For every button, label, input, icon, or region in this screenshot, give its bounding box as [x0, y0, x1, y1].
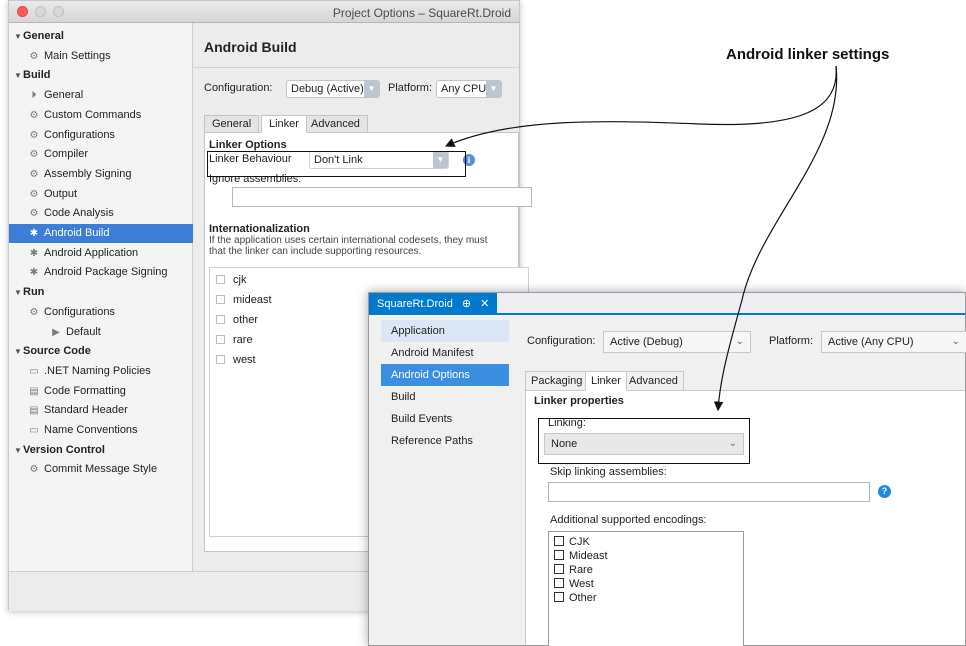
annotation-arrows [444, 65, 838, 412]
tab-linker[interactable]: Linker [261, 115, 307, 133]
arrow-to-windows-linking [713, 65, 838, 412]
tab-linker[interactable]: Linker [585, 371, 627, 391]
arrow-to-mac-linker [444, 65, 837, 148]
